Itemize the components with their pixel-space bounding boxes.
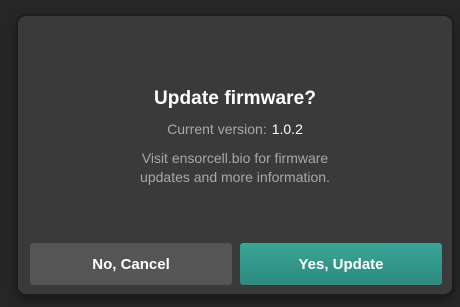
- dialog-title: Update firmware?: [153, 88, 317, 109]
- info-line-2: updates and more information.: [140, 169, 330, 185]
- current-version-value: 1.0.2: [271, 121, 303, 137]
- info-line-1: Visit ensorcell.bio for firmware: [141, 150, 329, 166]
- firmware-update-dialog: Update firmware? Current version: 1.0.2 V…: [18, 16, 452, 294]
- current-version-label: Current version:: [167, 121, 267, 137]
- current-version-row: Current version: 1.0.2: [18, 121, 452, 137]
- cancel-button[interactable]: No, Cancel: [30, 243, 232, 285]
- firmware-info-text: Visit ensorcell.bio for firmware updates…: [18, 149, 452, 187]
- update-button[interactable]: Yes, Update: [240, 243, 442, 285]
